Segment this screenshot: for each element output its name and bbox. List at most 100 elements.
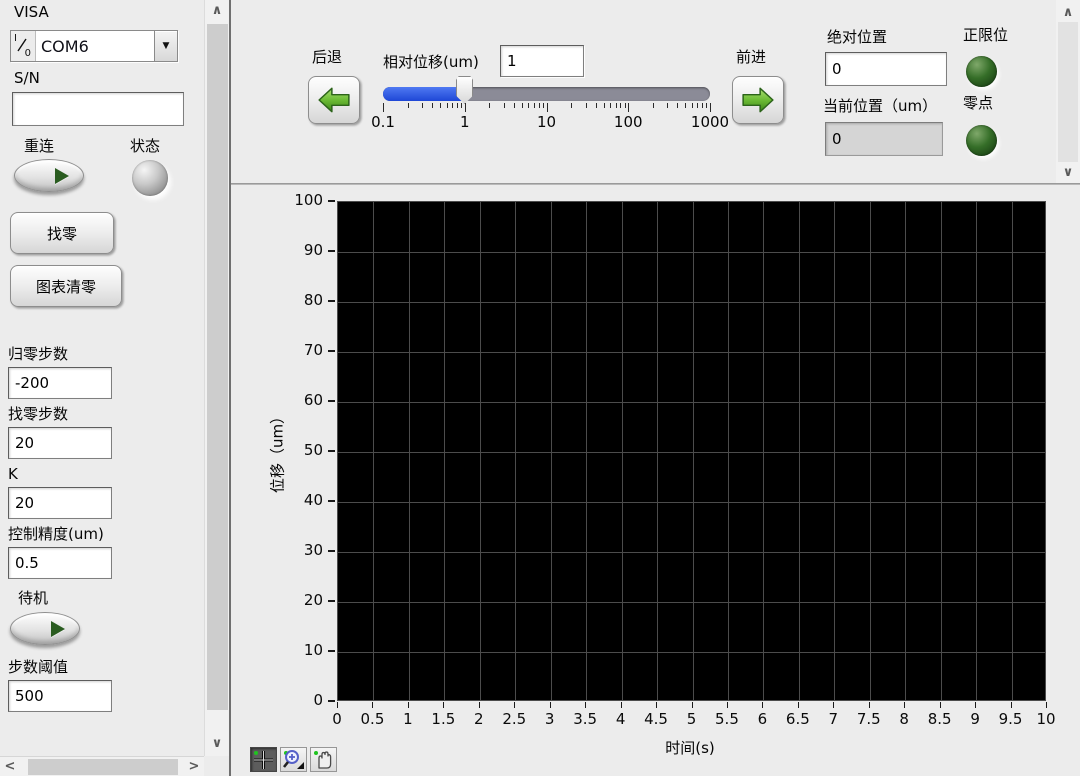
forward-button[interactable]: [732, 76, 784, 124]
toggle-arrow-icon: [51, 621, 65, 637]
scroll-up-button[interactable]: ∧: [1056, 2, 1080, 22]
slider-minor-tick: [702, 103, 703, 108]
slider-fill: [383, 87, 465, 101]
absolute-position-input[interactable]: [825, 52, 947, 86]
visa-io-icon: I 0: [11, 31, 36, 61]
arrow-right-icon: [741, 85, 775, 115]
pan-tool-button[interactable]: [310, 747, 337, 772]
standby-toggle[interactable]: [10, 612, 80, 645]
scroll-right-button[interactable]: >: [184, 757, 204, 776]
x-axis-tick: [408, 702, 409, 708]
sn-field[interactable]: [12, 92, 184, 126]
slider-minor-tick: [514, 103, 515, 108]
slider-minor-tick: [692, 103, 693, 108]
reconnect-toggle[interactable]: [14, 159, 84, 192]
y-axis-tick: [328, 400, 335, 402]
gridline-vertical: [728, 202, 729, 700]
home-steps-field[interactable]: [8, 367, 112, 399]
x-axis-tick: [621, 702, 622, 708]
slider-minor-tick: [616, 103, 617, 108]
left-panel-vertical-scrollbar[interactable]: ∧ ∨: [204, 0, 229, 756]
gridline-vertical: [480, 202, 481, 700]
chart-clear-button[interactable]: 图表清零: [10, 265, 122, 307]
y-tick-label: 100: [275, 191, 323, 209]
step-threshold-field[interactable]: [8, 680, 112, 712]
x-tick-label: 3.5: [573, 710, 597, 728]
scroll-down-button[interactable]: ∨: [1056, 162, 1080, 182]
x-axis-tick: [833, 702, 834, 708]
slider-minor-tick: [408, 103, 409, 108]
find-zero-button[interactable]: 找零: [10, 212, 114, 254]
gridline-horizontal: [338, 502, 1045, 503]
gridline-vertical: [1012, 202, 1013, 700]
x-tick-label: 8.5: [928, 710, 952, 728]
back-button[interactable]: [308, 76, 360, 124]
cursor-tool-button[interactable]: [250, 747, 277, 772]
x-tick-label: 2: [474, 710, 484, 728]
top-panel-vertical-scrollbar[interactable]: ∧ ∨: [1056, 0, 1080, 183]
visa-dropdown-button[interactable]: ▼: [154, 31, 177, 61]
gridline-horizontal: [338, 402, 1045, 403]
slider-minor-tick: [610, 103, 611, 108]
waveform-chart-plot-area[interactable]: [337, 201, 1046, 701]
k-label: K: [8, 466, 18, 483]
scroll-up-button[interactable]: ∧: [205, 0, 229, 20]
scrollbar-thumb[interactable]: [1058, 22, 1078, 162]
scroll-left-button[interactable]: <: [0, 757, 20, 776]
slider-minor-tick: [596, 103, 597, 108]
findzero-steps-field[interactable]: [8, 427, 112, 459]
scroll-down-button[interactable]: ∨: [205, 733, 229, 753]
y-tick-label: 80: [275, 291, 323, 309]
slider-minor-tick: [620, 103, 621, 108]
current-position-indicator: 0: [825, 122, 943, 156]
forward-label: 前进: [736, 49, 766, 66]
zero-point-label: 零点: [963, 95, 993, 112]
x-tick-label: 7.5: [857, 710, 881, 728]
zoom-tool-button[interactable]: [280, 747, 307, 772]
y-axis-tick: [328, 700, 335, 702]
slider-minor-tick: [534, 103, 535, 108]
relative-displacement-input[interactable]: [500, 45, 584, 77]
gridline-horizontal: [338, 252, 1045, 253]
control-precision-field[interactable]: [8, 547, 112, 579]
toggle-arrow-icon: [55, 168, 69, 184]
x-axis-tick: [762, 702, 763, 708]
gridline-vertical: [622, 202, 623, 700]
chevron-down-icon: ∨: [1063, 165, 1074, 180]
gridline-horizontal: [338, 552, 1045, 553]
slider-minor-tick: [422, 103, 423, 108]
scrollbar-thumb[interactable]: [28, 759, 178, 775]
k-field[interactable]: [8, 487, 112, 519]
y-axis-tick: [328, 200, 335, 202]
y-tick-label: 60: [275, 391, 323, 409]
slider-major-tick: [383, 103, 384, 112]
scrollbar-thumb[interactable]: [207, 24, 228, 710]
y-axis-tick: [328, 300, 335, 302]
x-tick-label: 0: [332, 710, 342, 728]
slider-minor-tick: [706, 103, 707, 108]
slider-minor-tick: [461, 103, 462, 108]
x-axis-tick: [443, 702, 444, 708]
x-tick-label: 8: [899, 710, 909, 728]
slider-minor-tick: [571, 103, 572, 108]
slider-minor-tick: [489, 103, 490, 108]
relative-displacement-slider[interactable]: [383, 87, 710, 101]
gridline-vertical: [834, 202, 835, 700]
y-axis-tick: [328, 550, 335, 552]
visa-resource-combo[interactable]: I 0 COM6 ▼: [10, 30, 178, 62]
slider-minor-tick: [697, 103, 698, 108]
x-tick-label: 9: [970, 710, 980, 728]
x-axis-tick: [727, 702, 728, 708]
slider-minor-tick: [504, 103, 505, 108]
visa-combo-value[interactable]: COM6: [36, 31, 154, 61]
y-tick-label: 20: [275, 591, 323, 609]
y-axis-tick: [328, 600, 335, 602]
gridline-horizontal: [338, 302, 1045, 303]
slider-scale-label: 0.1: [371, 113, 395, 131]
gridline-vertical: [409, 202, 410, 700]
gridline-vertical: [515, 202, 516, 700]
left-panel-horizontal-scrollbar[interactable]: < >: [0, 756, 204, 776]
x-axis-tick: [372, 702, 373, 708]
gridline-vertical: [444, 202, 445, 700]
gridline-vertical: [799, 202, 800, 700]
